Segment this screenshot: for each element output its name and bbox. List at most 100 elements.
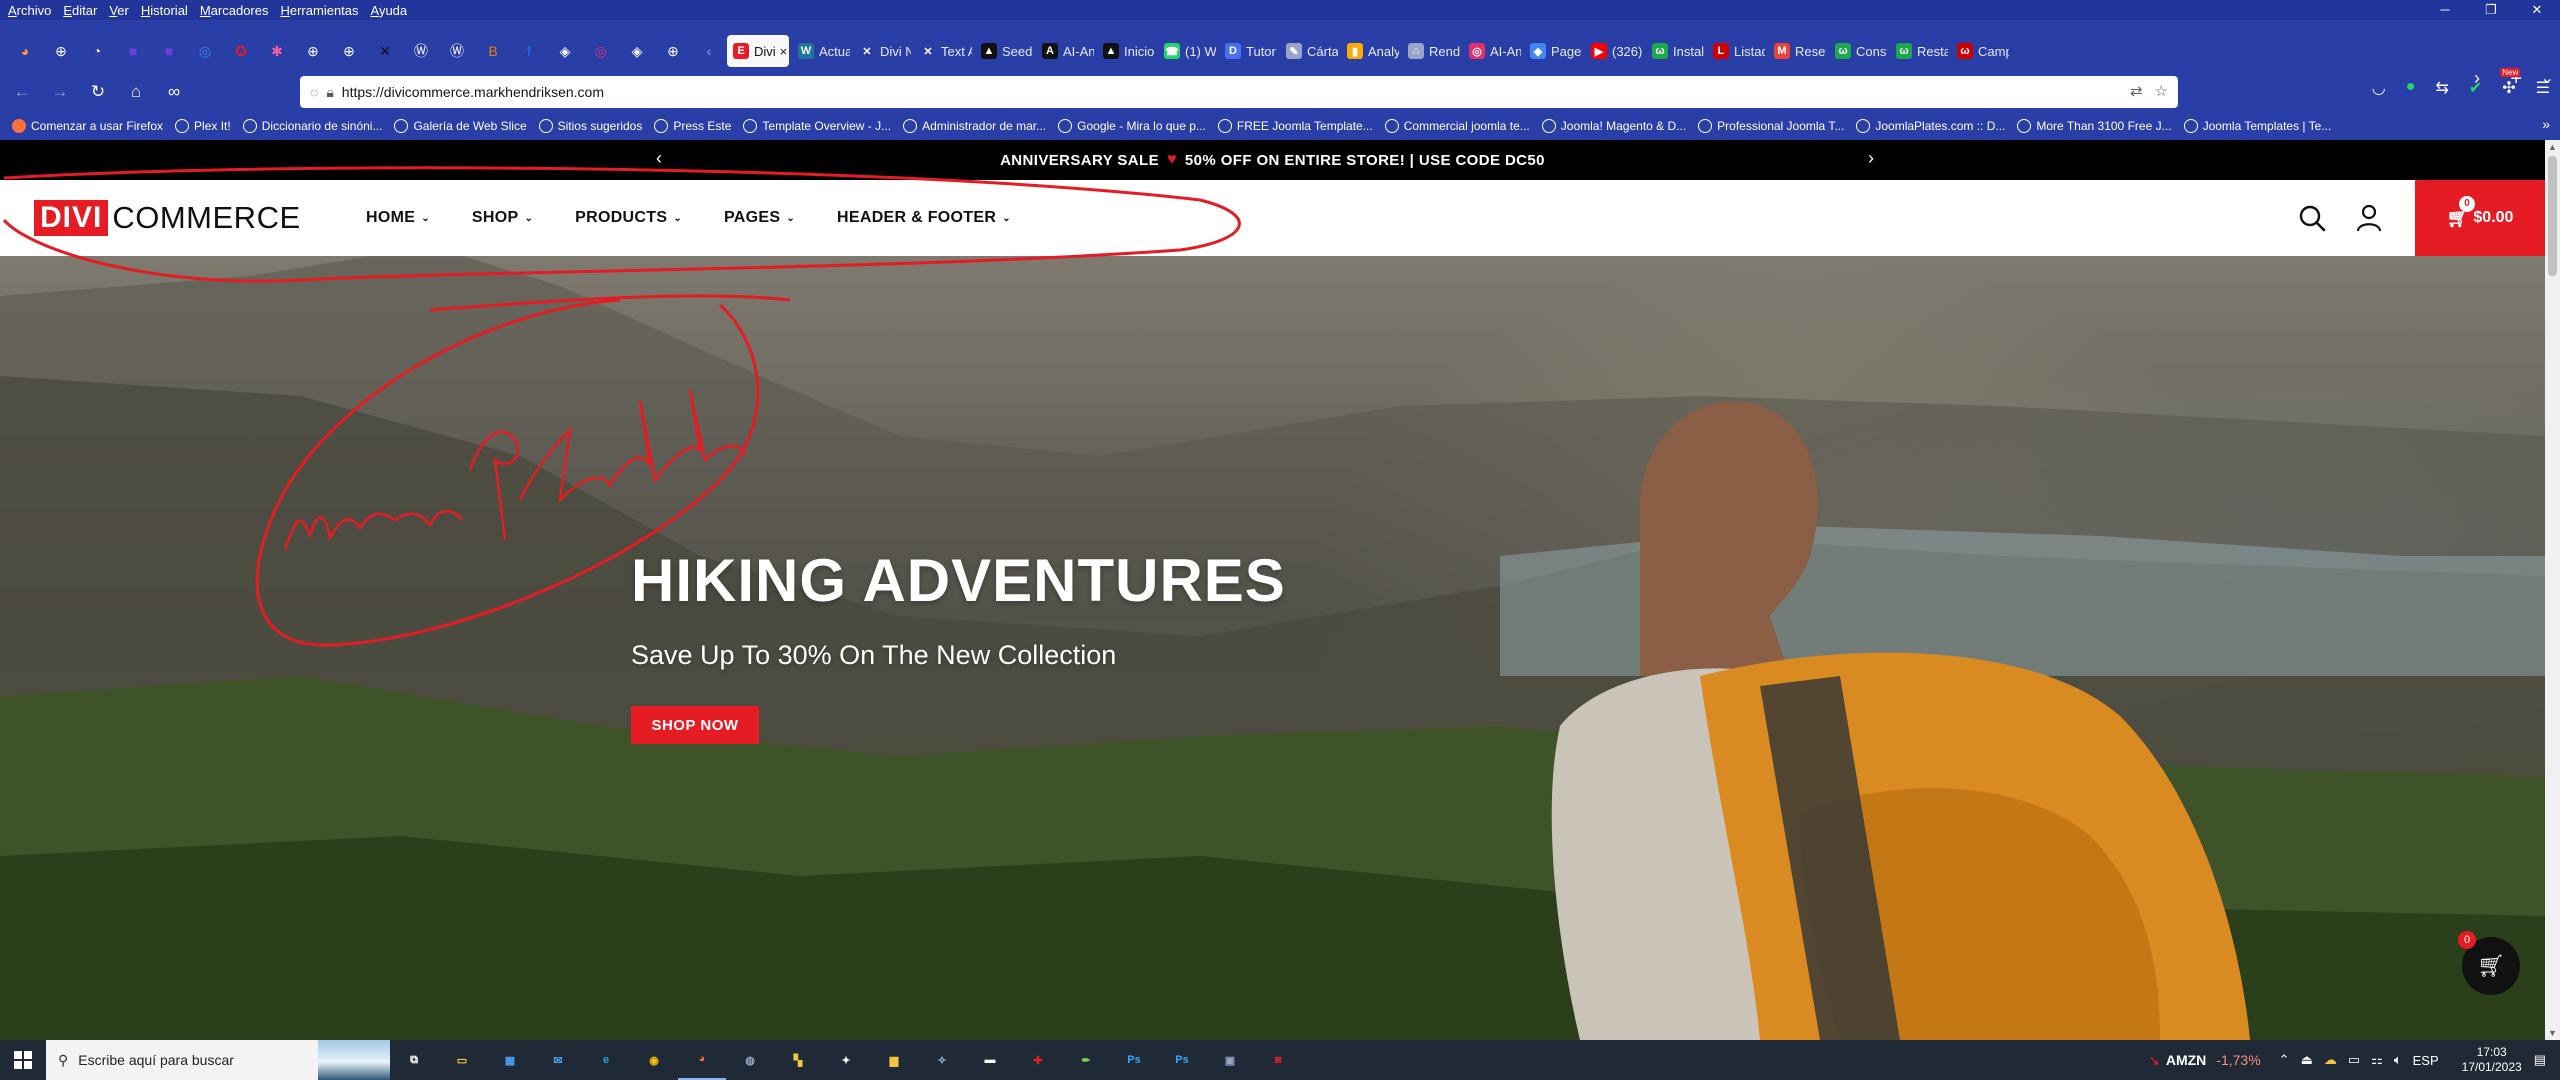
app-icon[interactable]: ◈ xyxy=(550,36,580,66)
taskbar-search-placeholder[interactable]: Escribe aquí para buscar xyxy=(78,1052,234,1068)
minimize-icon[interactable]: ─ xyxy=(2422,0,2468,20)
tab-0[interactable]: E Divi × xyxy=(727,35,789,67)
tab-17[interactable]: M Reset xyxy=(1768,35,1826,67)
tab-3[interactable]: ✕ Text A xyxy=(914,35,972,67)
forward-icon[interactable]: → xyxy=(44,76,76,108)
app-icon[interactable]: ✦ xyxy=(822,1040,870,1080)
purple-app-icon[interactable]: ■ xyxy=(118,36,148,66)
tab-9[interactable]: ✎ Cárta xyxy=(1280,35,1338,67)
nav-home[interactable]: HOME ⌄ xyxy=(366,209,430,227)
usb-icon[interactable]: ⏏ xyxy=(2301,1052,2313,1068)
cloud-icon[interactable]: ☁ xyxy=(2324,1052,2337,1068)
floating-cart-button[interactable]: 0 🛒︎ xyxy=(2458,931,2520,995)
tab-19[interactable]: ω Restal xyxy=(1890,35,1948,67)
edge-icon[interactable]: e xyxy=(582,1040,630,1080)
extension-infinity-icon[interactable]: ∞ xyxy=(158,76,190,108)
app-icon[interactable]: ◙ xyxy=(1254,1040,1302,1080)
bookmark-item[interactable]: Comenzar a usar Firefox xyxy=(12,119,163,133)
tab-10[interactable]: ▮ Analy xyxy=(1341,35,1399,67)
task-view-icon[interactable]: ⧉ xyxy=(390,1040,438,1080)
nav-pages[interactable]: PAGES ⌄ xyxy=(724,209,795,227)
nav-products[interactable]: PRODUCTS ⌄ xyxy=(575,209,682,227)
instagram-icon[interactable]: ◎ xyxy=(586,36,616,66)
language-indicator[interactable]: ESP xyxy=(2413,1053,2439,1068)
reload-icon[interactable]: ↻ xyxy=(82,76,114,108)
messenger-icon[interactable]: ◎ xyxy=(190,36,220,66)
close-icon[interactable]: ✕ xyxy=(2514,0,2560,20)
bookmark-item[interactable]: Commercial joomla te... xyxy=(1384,119,1530,133)
firefox-view-icon[interactable]: ◕ xyxy=(10,36,40,66)
pocket-icon[interactable]: ◔ xyxy=(82,36,112,66)
globe-icon[interactable]: ⊕ xyxy=(658,36,688,66)
photoshop-icon[interactable]: Ps xyxy=(1158,1040,1206,1080)
bookmark-item[interactable]: Template Overview - J... xyxy=(743,119,891,133)
promo-next-arrow-icon[interactable]: › xyxy=(1868,148,1874,169)
tab-2[interactable]: ✕ Divi N xyxy=(853,35,911,67)
tab-13[interactable]: ◆ PageS xyxy=(1524,35,1582,67)
app-menu-icon[interactable]: ☰ xyxy=(2536,78,2550,98)
display-icon[interactable]: ▭ xyxy=(2348,1052,2360,1068)
translate-icon[interactable]: ⇄ xyxy=(2130,82,2143,100)
tab-12[interactable]: ◎ AI-An xyxy=(1463,35,1521,67)
scroll-down-icon[interactable]: ▼ xyxy=(2548,1028,2557,1038)
volume-icon[interactable]: 🔈︎ xyxy=(2394,1052,2402,1068)
stock-widget[interactable]: ↘ AMZN -1,73% xyxy=(2148,1052,2261,1069)
bookmark-item[interactable]: Joomla! Magento & D... xyxy=(1541,119,1686,133)
facebook-icon[interactable]: f xyxy=(514,36,544,66)
url-bar[interactable]: ◌ 🔒︎ https://divicommerce.markhendriksen… xyxy=(300,76,2178,108)
tab-4[interactable]: ▲ SeedP xyxy=(975,35,1033,67)
wordpress-icon[interactable]: Ⓦ xyxy=(406,36,436,66)
app-icon[interactable]: ▬ xyxy=(966,1040,1014,1080)
file-explorer-icon[interactable]: ▭ xyxy=(438,1040,486,1080)
app-icon[interactable]: ✒ xyxy=(1062,1040,1110,1080)
tab-5[interactable]: A AI-An xyxy=(1036,35,1094,67)
taskbar-search[interactable]: ⚲ Escribe aquí para buscar xyxy=(46,1040,390,1080)
tab-15[interactable]: ω Instal xyxy=(1646,35,1704,67)
cart-button[interactable]: 0 🛒︎ $0.00 xyxy=(2415,180,2545,256)
tab-close-icon[interactable]: × xyxy=(780,44,788,59)
clock[interactable]: 17:03 17/01/2023 xyxy=(2462,1045,2522,1075)
start-button[interactable] xyxy=(0,1040,46,1080)
user-account-icon[interactable] xyxy=(2356,204,2382,232)
app-icon[interactable]: ✚ xyxy=(1014,1040,1062,1080)
lock-icon[interactable]: 🔒︎ xyxy=(326,84,333,101)
bookmark-item[interactable]: More Than 3100 Free J... xyxy=(2017,119,2172,133)
purple-app-icon[interactable]: ■ xyxy=(154,36,184,66)
bookmark-item[interactable]: Sitios sugeridos xyxy=(538,119,642,133)
scroll-up-icon[interactable]: ▲ xyxy=(2548,142,2557,152)
shop-now-button[interactable]: SHOP NOW xyxy=(631,706,759,744)
tab-8[interactable]: D Tutor xyxy=(1219,35,1277,67)
menu-historial[interactable]: Historial xyxy=(141,3,188,18)
app-icon[interactable]: ◈ xyxy=(622,36,652,66)
tab-scroll-left-icon[interactable]: ‹ xyxy=(694,36,724,66)
bookmark-item[interactable]: Administrador de mar... xyxy=(903,119,1046,133)
extension-check-icon[interactable]: ✔ xyxy=(2469,78,2482,98)
restore-icon[interactable]: ❐ xyxy=(2468,0,2514,20)
globe-icon[interactable]: ⊕ xyxy=(334,36,364,66)
shield-icon[interactable]: ◌ xyxy=(310,84,318,100)
app-icon[interactable]: ▆ xyxy=(870,1040,918,1080)
chrome-icon[interactable]: ◉ xyxy=(630,1040,678,1080)
tab-18[interactable]: ω Const xyxy=(1829,35,1887,67)
nav-shop[interactable]: SHOP ⌄ xyxy=(472,209,533,227)
back-icon[interactable]: ← xyxy=(6,76,38,108)
tab-7[interactable]: ☎ (1) W xyxy=(1158,35,1216,67)
tab-11[interactable]: ⌂ Rendi xyxy=(1402,35,1460,67)
bookmarks-overflow-icon[interactable]: » xyxy=(2542,116,2550,132)
tab-14[interactable]: ▶ (326) xyxy=(1585,35,1643,67)
extension-green-icon[interactable]: ● xyxy=(2406,78,2416,98)
blogger-icon[interactable]: B xyxy=(478,36,508,66)
app-icon[interactable]: ✧ xyxy=(918,1040,966,1080)
globe-icon[interactable]: ⊕ xyxy=(298,36,328,66)
tab-20[interactable]: ω Camp xyxy=(1951,35,2009,67)
menu-archivo[interactable]: Archivo xyxy=(8,3,51,18)
extension-translate-icon[interactable]: ⇆ xyxy=(2435,78,2448,98)
network-icon[interactable]: ⚏ xyxy=(2371,1052,2383,1068)
pocket-icon[interactable]: ◡ xyxy=(2372,78,2386,98)
bookmark-item[interactable]: Galería de Web Slice xyxy=(394,119,527,133)
menu-herramientas[interactable]: Herramientas xyxy=(280,3,358,18)
menu-editar[interactable]: Editar xyxy=(63,3,97,18)
bookmark-item[interactable]: Joomla Templates | Te... xyxy=(2183,119,2331,133)
tab-1[interactable]: W Actua xyxy=(792,35,850,67)
home-icon[interactable]: ⌂ xyxy=(120,76,152,108)
